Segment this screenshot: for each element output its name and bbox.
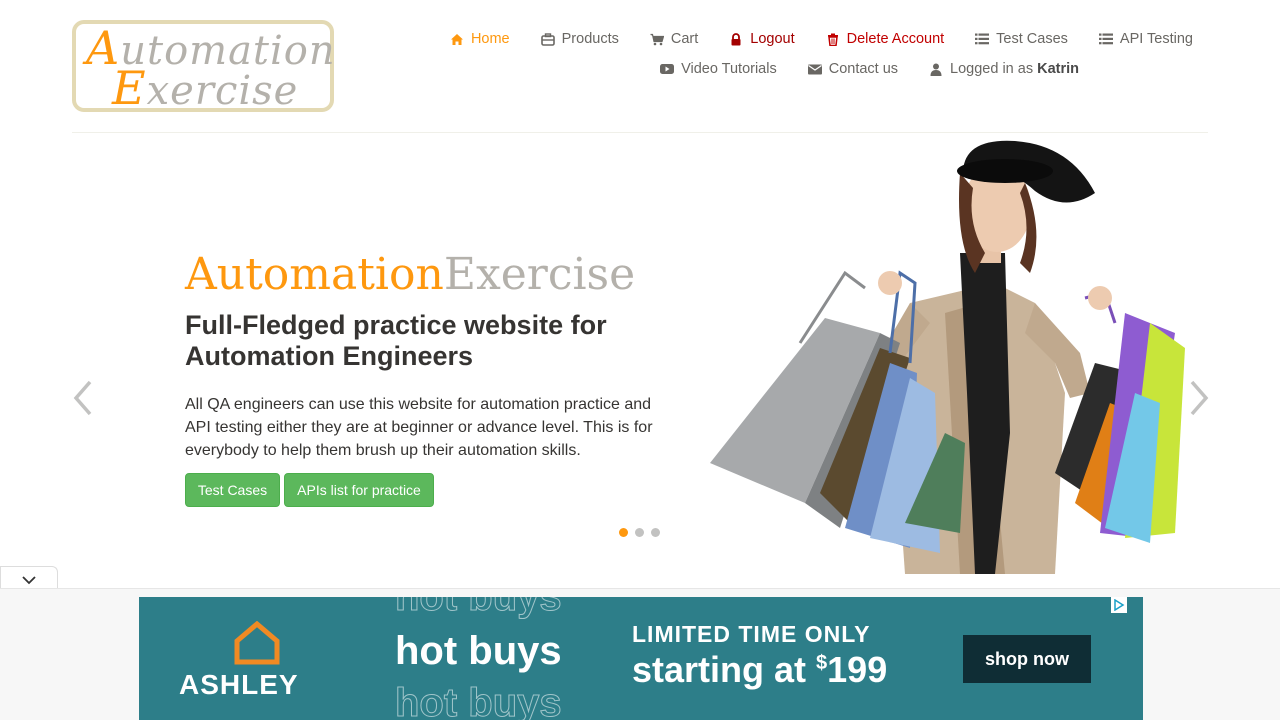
main-nav-row-2: Video Tutorials Contact us Logged in as … [660,61,1079,77]
nav-products[interactable]: Products [540,31,619,47]
list-icon [1098,32,1113,46]
hero-brand-title: AutomationExercise [185,250,635,300]
ad-hot-buys: hot buys [395,629,562,673]
lock-icon [729,32,743,46]
carousel-dot-3[interactable] [651,528,660,537]
logo-line-2: Exercise [112,61,299,115]
nav-api-testing-label: API Testing [1119,31,1193,47]
products-icon [540,32,555,46]
hero-description: All QA engineers can use this website fo… [185,396,653,459]
nav-home[interactable]: Home [450,31,510,47]
chevron-down-icon [22,575,36,584]
nav-cart-label: Cart [670,31,699,47]
ashley-house-icon [234,621,280,665]
youtube-icon [660,62,675,76]
nav-test-cases[interactable]: Test Cases [975,31,1068,47]
nav-logout-label: Logout [750,31,795,47]
nav-contact-us-label: Contact us [828,61,899,77]
ad-hot-buys-ghost-bottom: hot buys [395,681,563,720]
ad-limited-time: LIMITED TIME ONLY [632,621,871,647]
ad-hot-buys-ghost-top: hot buys [395,597,563,620]
trash-icon [826,32,840,46]
nav-delete-account-label: Delete Account [846,31,945,47]
cart-icon [650,32,664,46]
nav-home-label: Home [470,31,510,47]
nav-delete-account[interactable]: Delete Account [826,31,945,47]
logged-in-username: Katrin [1037,61,1079,77]
main-nav-row-1: Home Products Cart Logout Delete Account [450,31,1193,47]
user-icon [929,62,943,76]
nav-video-tutorials[interactable]: Video Tutorials [660,61,777,77]
ad-price-prefix: starting at [632,649,817,690]
ad-price-line: starting at $199 [632,649,887,691]
nav-test-cases-label: Test Cases [996,31,1068,47]
hero-headline: Full-Fledged practice website for Automa… [185,310,607,371]
ad-price-value: 199 [827,649,888,690]
nav-logged-in-as: Logged in as Katrin [929,61,1079,77]
logged-in-label: Logged in as [950,61,1034,77]
nav-video-tutorials-label: Video Tutorials [681,61,777,77]
ad-brand-name: ASHLEY [179,669,299,700]
nav-logout[interactable]: Logout [729,31,795,47]
home-icon [450,32,464,46]
test-cases-button[interactable]: Test Cases [185,473,280,507]
list-icon [975,32,990,46]
nav-products-label: Products [561,31,619,47]
hero-image-girl-with-bags [710,140,1185,574]
nav-cart[interactable]: Cart [650,31,698,47]
ad-banner[interactable]: ASHLEY hot buys hot buys hot buys LIMITE… [139,597,1143,720]
nav-contact-us[interactable]: Contact us [807,61,899,77]
apis-list-button[interactable]: APIs list for practice [284,473,434,507]
chevron-left-icon [73,380,92,416]
site-header: Automation Exercise Home Products Cart L… [0,0,1280,132]
brand-orange: Automation [185,249,444,300]
carousel-dot-1[interactable] [619,528,628,537]
carousel-prev-button[interactable] [70,378,96,418]
adchoices-icon[interactable] [1111,597,1127,613]
site-logo[interactable]: Automation Exercise [72,20,335,115]
ad-price-currency: $ [816,652,828,674]
envelope-icon [807,62,822,76]
carousel-indicators [619,528,667,537]
hero-carousel: AutomationExercise Full-Fledged practice… [0,133,1280,588]
nav-api-testing[interactable]: API Testing [1098,31,1193,47]
ad-shop-now-button[interactable]: shop now [963,635,1091,683]
brand-grey: Exercise [443,249,636,300]
ad-banner-container: ASHLEY hot buys hot buys hot buys LIMITE… [0,588,1280,720]
carousel-dot-2[interactable] [635,528,644,537]
